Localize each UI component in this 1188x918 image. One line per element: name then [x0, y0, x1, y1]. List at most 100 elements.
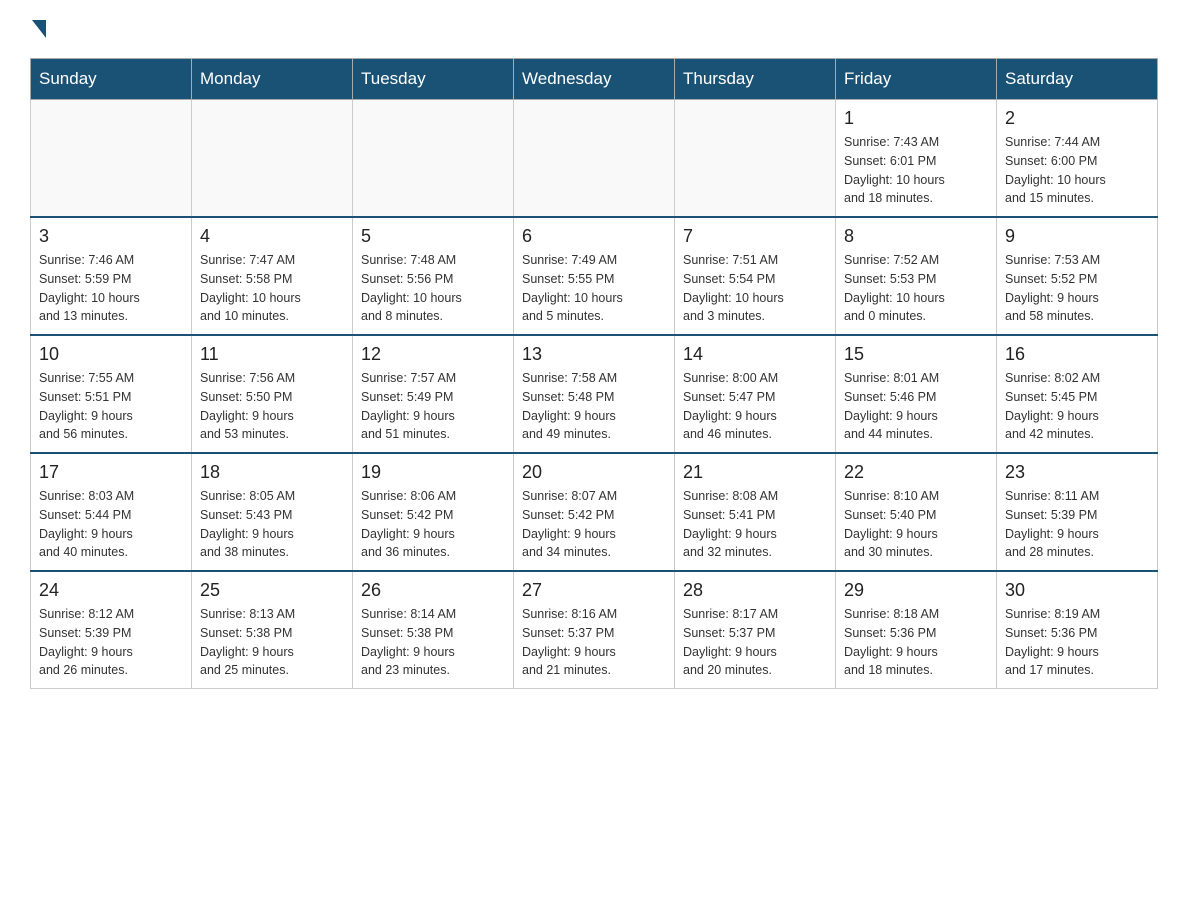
calendar-cell	[192, 100, 353, 218]
calendar-cell: 28Sunrise: 8:17 AMSunset: 5:37 PMDayligh…	[675, 571, 836, 689]
day-number: 4	[200, 226, 344, 247]
day-number: 14	[683, 344, 827, 365]
day-info: Sunrise: 8:06 AMSunset: 5:42 PMDaylight:…	[361, 487, 505, 562]
day-number: 6	[522, 226, 666, 247]
day-number: 21	[683, 462, 827, 483]
calendar-header-row: SundayMondayTuesdayWednesdayThursdayFrid…	[31, 59, 1158, 100]
day-number: 25	[200, 580, 344, 601]
day-number: 30	[1005, 580, 1149, 601]
day-number: 11	[200, 344, 344, 365]
weekday-header-wednesday: Wednesday	[514, 59, 675, 100]
day-info: Sunrise: 7:53 AMSunset: 5:52 PMDaylight:…	[1005, 251, 1149, 326]
day-info: Sunrise: 7:55 AMSunset: 5:51 PMDaylight:…	[39, 369, 183, 444]
weekday-header-monday: Monday	[192, 59, 353, 100]
calendar-cell: 20 Sunrise: 8:07 AMSunset: 5:42 PMDayligh…	[514, 453, 675, 571]
day-info: Sunrise: 7:49 AMSunset: 5:55 PMDaylight:…	[522, 251, 666, 326]
calendar-cell: 22 Sunrise: 8:10 AMSunset: 5:40 PMDayligh…	[836, 453, 997, 571]
day-number: 7	[683, 226, 827, 247]
day-info: Sunrise: 8:18 AMSunset: 5:36 PMDaylight:…	[844, 605, 988, 680]
day-number: 1	[844, 108, 988, 129]
day-info: Sunrise: 8:14 AMSunset: 5:38 PMDaylight:…	[361, 605, 505, 680]
day-number: 20	[522, 462, 666, 483]
day-number: 9	[1005, 226, 1149, 247]
day-info: Sunrise: 8:19 AMSunset: 5:36 PMDaylight:…	[1005, 605, 1149, 680]
calendar-cell	[31, 100, 192, 218]
calendar-cell	[353, 100, 514, 218]
weekday-header-friday: Friday	[836, 59, 997, 100]
day-info: Sunrise: 8:03 AMSunset: 5:44 PMDaylight:…	[39, 487, 183, 562]
calendar-cell	[675, 100, 836, 218]
calendar-week-row: 17 Sunrise: 8:03 AMSunset: 5:44 PMDayligh…	[31, 453, 1158, 571]
calendar-cell: 15 Sunrise: 8:01 AMSunset: 5:46 PMDayligh…	[836, 335, 997, 453]
day-info: Sunrise: 7:57 AMSunset: 5:49 PMDaylight:…	[361, 369, 505, 444]
calendar-week-row: 3 Sunrise: 7:46 AMSunset: 5:59 PMDaylight…	[31, 217, 1158, 335]
weekday-header-tuesday: Tuesday	[353, 59, 514, 100]
day-info: Sunrise: 8:16 AMSunset: 5:37 PMDaylight:…	[522, 605, 666, 680]
day-number: 15	[844, 344, 988, 365]
calendar-week-row: 1 Sunrise: 7:43 AMSunset: 6:01 PMDaylight…	[31, 100, 1158, 218]
day-info: Sunrise: 8:11 AMSunset: 5:39 PMDaylight:…	[1005, 487, 1149, 562]
day-number: 10	[39, 344, 183, 365]
day-info: Sunrise: 8:05 AMSunset: 5:43 PMDaylight:…	[200, 487, 344, 562]
calendar-cell: 1 Sunrise: 7:43 AMSunset: 6:01 PMDaylight…	[836, 100, 997, 218]
calendar-cell: 8 Sunrise: 7:52 AMSunset: 5:53 PMDaylight…	[836, 217, 997, 335]
day-info: Sunrise: 7:58 AMSunset: 5:48 PMDaylight:…	[522, 369, 666, 444]
day-info: Sunrise: 7:44 AMSunset: 6:00 PMDaylight:…	[1005, 133, 1149, 208]
day-info: Sunrise: 8:00 AMSunset: 5:47 PMDaylight:…	[683, 369, 827, 444]
calendar-cell: 3 Sunrise: 7:46 AMSunset: 5:59 PMDaylight…	[31, 217, 192, 335]
calendar-cell: 11 Sunrise: 7:56 AMSunset: 5:50 PMDayligh…	[192, 335, 353, 453]
day-number: 12	[361, 344, 505, 365]
logo	[30, 20, 48, 38]
day-info: Sunrise: 8:01 AMSunset: 5:46 PMDaylight:…	[844, 369, 988, 444]
weekday-header-thursday: Thursday	[675, 59, 836, 100]
calendar-cell: 9 Sunrise: 7:53 AMSunset: 5:52 PMDaylight…	[997, 217, 1158, 335]
weekday-header-sunday: Sunday	[31, 59, 192, 100]
day-number: 16	[1005, 344, 1149, 365]
day-number: 5	[361, 226, 505, 247]
day-info: Sunrise: 7:56 AMSunset: 5:50 PMDaylight:…	[200, 369, 344, 444]
day-number: 19	[361, 462, 505, 483]
page-header	[30, 20, 1158, 38]
calendar-cell: 4 Sunrise: 7:47 AMSunset: 5:58 PMDaylight…	[192, 217, 353, 335]
calendar-cell: 12 Sunrise: 7:57 AMSunset: 5:49 PMDayligh…	[353, 335, 514, 453]
day-info: Sunrise: 7:52 AMSunset: 5:53 PMDaylight:…	[844, 251, 988, 326]
day-number: 24	[39, 580, 183, 601]
calendar-week-row: 24 Sunrise: 8:12 AMSunset: 5:39 PMDayligh…	[31, 571, 1158, 689]
day-number: 17	[39, 462, 183, 483]
day-number: 27	[522, 580, 666, 601]
day-info: Sunrise: 7:47 AMSunset: 5:58 PMDaylight:…	[200, 251, 344, 326]
day-number: 28	[683, 580, 827, 601]
calendar-cell: 10 Sunrise: 7:55 AMSunset: 5:51 PMDayligh…	[31, 335, 192, 453]
day-number: 22	[844, 462, 988, 483]
day-number: 13	[522, 344, 666, 365]
calendar-cell: 18 Sunrise: 8:05 AMSunset: 5:43 PMDayligh…	[192, 453, 353, 571]
calendar-table: SundayMondayTuesdayWednesdayThursdayFrid…	[30, 58, 1158, 689]
day-info: Sunrise: 8:07 AMSunset: 5:42 PMDaylight:…	[522, 487, 666, 562]
calendar-cell: 25 Sunrise: 8:13 AMSunset: 5:38 PMDayligh…	[192, 571, 353, 689]
day-number: 18	[200, 462, 344, 483]
day-number: 2	[1005, 108, 1149, 129]
logo-arrow-icon	[32, 20, 46, 38]
calendar-cell: 19 Sunrise: 8:06 AMSunset: 5:42 PMDayligh…	[353, 453, 514, 571]
day-info: Sunrise: 8:10 AMSunset: 5:40 PMDaylight:…	[844, 487, 988, 562]
day-info: Sunrise: 8:08 AMSunset: 5:41 PMDaylight:…	[683, 487, 827, 562]
day-info: Sunrise: 7:43 AMSunset: 6:01 PMDaylight:…	[844, 133, 988, 208]
calendar-week-row: 10 Sunrise: 7:55 AMSunset: 5:51 PMDayligh…	[31, 335, 1158, 453]
day-info: Sunrise: 8:13 AMSunset: 5:38 PMDaylight:…	[200, 605, 344, 680]
calendar-cell: 7 Sunrise: 7:51 AMSunset: 5:54 PMDaylight…	[675, 217, 836, 335]
day-info: Sunrise: 7:51 AMSunset: 5:54 PMDaylight:…	[683, 251, 827, 326]
day-info: Sunrise: 7:46 AMSunset: 5:59 PMDaylight:…	[39, 251, 183, 326]
day-info: Sunrise: 8:12 AMSunset: 5:39 PMDaylight:…	[39, 605, 183, 680]
day-number: 29	[844, 580, 988, 601]
day-info: Sunrise: 8:02 AMSunset: 5:45 PMDaylight:…	[1005, 369, 1149, 444]
calendar-cell	[514, 100, 675, 218]
calendar-cell: 24 Sunrise: 8:12 AMSunset: 5:39 PMDayligh…	[31, 571, 192, 689]
day-number: 26	[361, 580, 505, 601]
calendar-cell: 14 Sunrise: 8:00 AMSunset: 5:47 PMDayligh…	[675, 335, 836, 453]
day-number: 3	[39, 226, 183, 247]
calendar-cell: 30 Sunrise: 8:19 AMSunset: 5:36 PMDayligh…	[997, 571, 1158, 689]
weekday-header-saturday: Saturday	[997, 59, 1158, 100]
calendar-cell: 21 Sunrise: 8:08 AMSunset: 5:41 PMDayligh…	[675, 453, 836, 571]
calendar-cell: 23Sunrise: 8:11 AMSunset: 5:39 PMDayligh…	[997, 453, 1158, 571]
day-number: 8	[844, 226, 988, 247]
